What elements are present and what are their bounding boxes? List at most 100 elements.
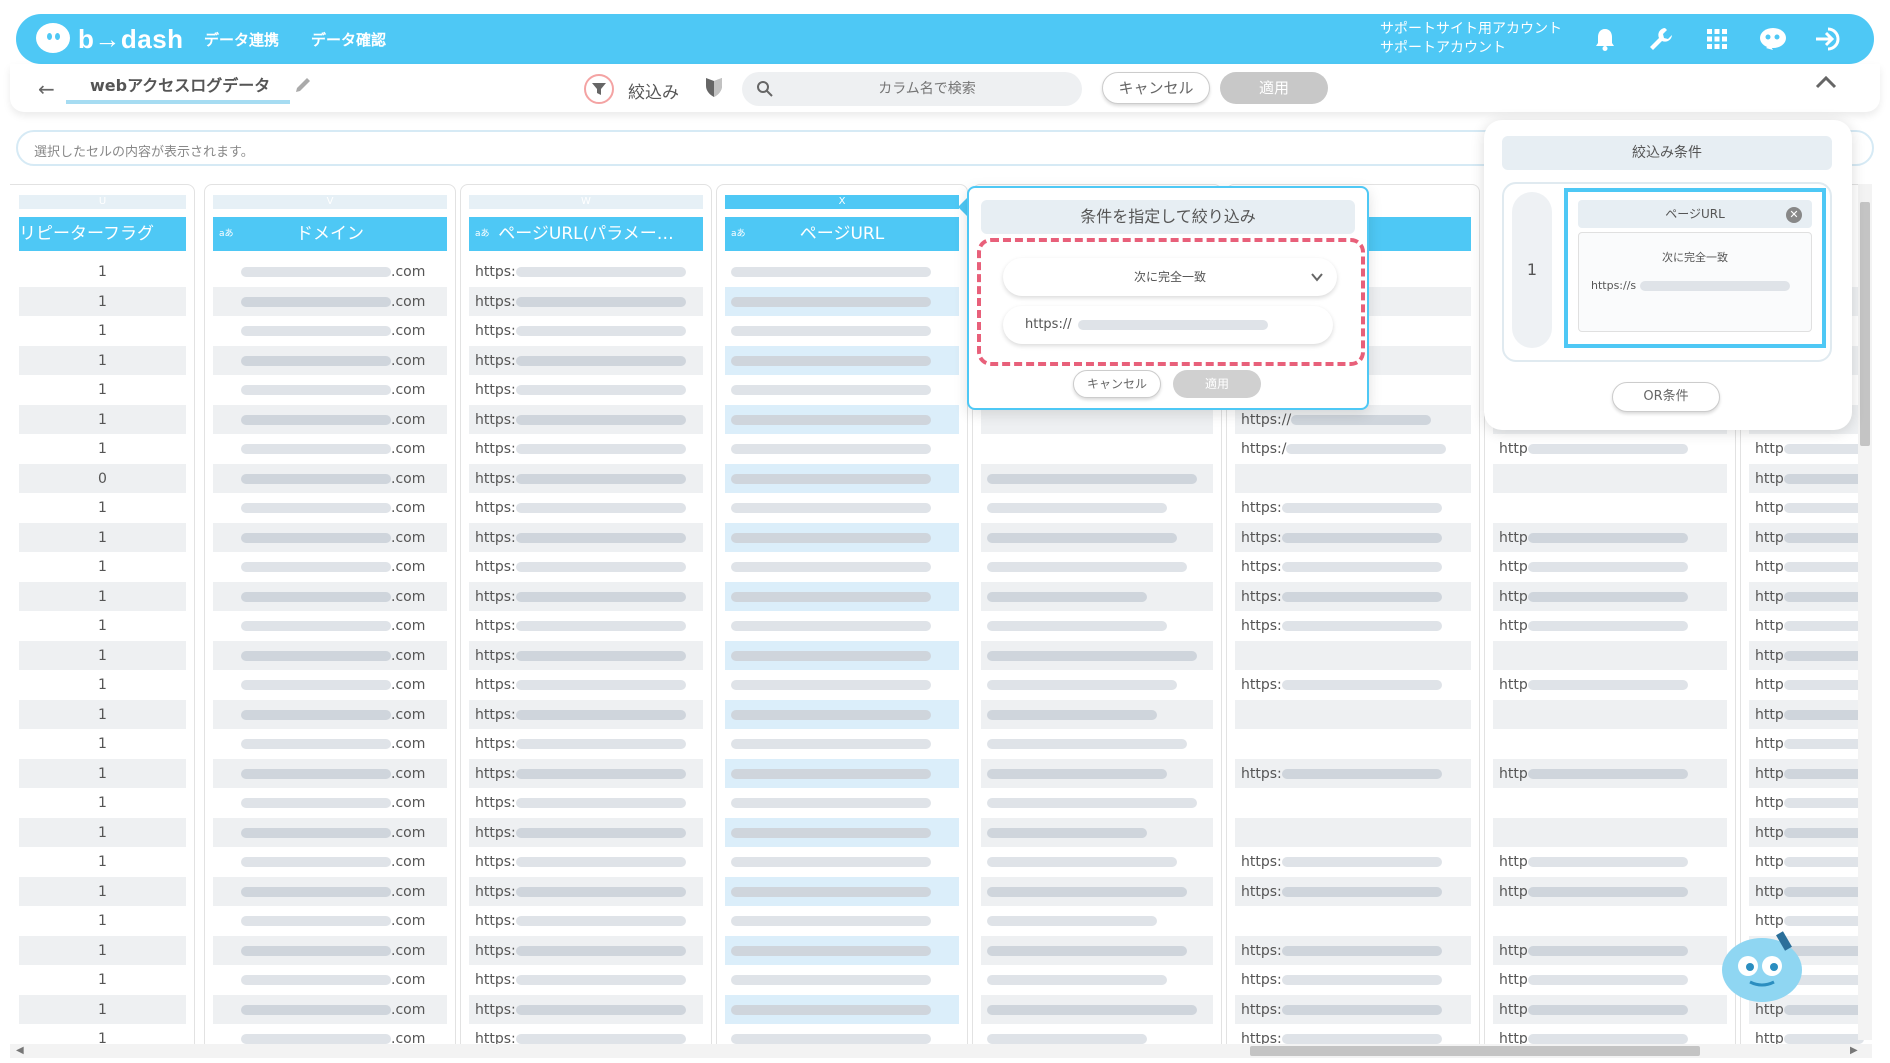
table-cell[interactable]: http <box>1493 876 1727 906</box>
table-cell[interactable]: http <box>1749 581 1870 611</box>
table-cell[interactable]: http <box>1749 463 1870 493</box>
column-search[interactable] <box>742 72 1082 106</box>
table-cell[interactable] <box>725 847 959 877</box>
table-cell[interactable]: https: <box>1235 847 1471 877</box>
bell-icon[interactable] <box>1588 22 1622 56</box>
table-cell[interactable]: https: <box>469 847 703 877</box>
table-cell[interactable] <box>981 758 1213 788</box>
table-cell[interactable]: .com <box>213 581 447 611</box>
table-cell[interactable] <box>981 1024 1213 1044</box>
column-header[interactable]: aあ ページURL <box>725 217 959 251</box>
column-header[interactable]: リピーターフラグ <box>19 217 186 251</box>
table-cell[interactable]: 1 <box>19 788 186 818</box>
apps-grid-icon[interactable] <box>1700 22 1734 56</box>
table-cell[interactable] <box>981 965 1213 995</box>
table-cell[interactable]: http <box>1749 876 1870 906</box>
table-cell[interactable]: https: <box>469 493 703 523</box>
table-cell[interactable] <box>725 876 959 906</box>
table-cell[interactable]: https: <box>1235 522 1471 552</box>
table-cell[interactable]: http <box>1749 758 1870 788</box>
table-cell[interactable]: http <box>1749 788 1870 818</box>
horizontal-scroll-thumb[interactable] <box>1250 1046 1700 1056</box>
table-cell[interactable]: https: <box>469 286 703 316</box>
table-cell[interactable]: .com <box>213 699 447 729</box>
table-cell[interactable]: https: <box>469 876 703 906</box>
table-cell[interactable]: https: <box>469 788 703 818</box>
table-cell[interactable]: 1 <box>19 699 186 729</box>
table-cell[interactable]: 1 <box>19 286 186 316</box>
table-cell[interactable]: http <box>1493 552 1727 582</box>
back-arrow-icon[interactable]: ← <box>38 77 55 101</box>
table-cell[interactable] <box>725 286 959 316</box>
table-cell[interactable]: .com <box>213 788 447 818</box>
table-cell[interactable] <box>981 581 1213 611</box>
table-cell[interactable]: .com <box>213 758 447 788</box>
table-cell[interactable]: 1 <box>19 434 186 464</box>
table-cell[interactable]: 0 <box>19 463 186 493</box>
table-title-tab[interactable]: webアクセスログデータ <box>66 74 290 104</box>
support-chat-mascot-icon[interactable] <box>1716 924 1808 1010</box>
table-cell[interactable]: https: <box>469 1024 703 1044</box>
table-cell[interactable]: 1 <box>19 994 186 1024</box>
table-cell[interactable] <box>981 640 1213 670</box>
horizontal-scrollbar[interactable]: ◀ ▶ <box>10 1044 1872 1058</box>
table-cell[interactable] <box>725 493 959 523</box>
table-cell[interactable] <box>1493 729 1727 759</box>
account-info[interactable]: サポートサイト用アカウント サポートアカウント <box>1380 20 1562 58</box>
table-cell[interactable]: https: <box>1235 581 1471 611</box>
table-cell[interactable]: http <box>1493 758 1727 788</box>
table-cell[interactable]: http <box>1749 640 1870 670</box>
table-cell[interactable] <box>981 552 1213 582</box>
table-cell[interactable]: http <box>1749 729 1870 759</box>
table-cell[interactable] <box>725 788 959 818</box>
nav-data-view[interactable]: データ確認 <box>311 29 386 50</box>
table-cell[interactable]: .com <box>213 906 447 936</box>
table-cell[interactable] <box>1493 906 1727 936</box>
table-cell[interactable] <box>725 758 959 788</box>
table-cell[interactable]: 1 <box>19 522 186 552</box>
table-cell[interactable]: 1 <box>19 493 186 523</box>
table-cell[interactable] <box>1493 788 1727 818</box>
table-cell[interactable]: https: <box>1235 876 1471 906</box>
table-cell[interactable] <box>1493 640 1727 670</box>
table-cell[interactable]: https: <box>469 994 703 1024</box>
table-cell[interactable]: http <box>1493 1024 1727 1044</box>
table-cell[interactable]: https: <box>1235 670 1471 700</box>
table-cell[interactable] <box>725 345 959 375</box>
popup-apply-button[interactable]: 適用 <box>1173 370 1261 398</box>
table-cell[interactable]: 1 <box>19 965 186 995</box>
table-cell[interactable] <box>725 640 959 670</box>
table-cell[interactable]: https: <box>469 316 703 346</box>
table-cell[interactable]: http <box>1749 847 1870 877</box>
table-cell[interactable]: .com <box>213 817 447 847</box>
popup-cancel-button[interactable]: キャンセル <box>1073 370 1161 398</box>
table-cell[interactable] <box>981 788 1213 818</box>
filter-icon[interactable] <box>584 74 614 104</box>
table-cell[interactable]: .com <box>213 847 447 877</box>
filter-value-input[interactable]: https:// <box>1003 306 1333 344</box>
table-cell[interactable]: 1 <box>19 404 186 434</box>
scroll-left-arrow-icon[interactable]: ◀ <box>16 1045 24 1056</box>
table-cell[interactable] <box>1235 640 1471 670</box>
scroll-right-arrow-icon[interactable]: ▶ <box>1850 1045 1858 1056</box>
table-cell[interactable]: https: <box>1235 493 1471 523</box>
column-header[interactable]: aあ ドメイン <box>213 217 447 251</box>
table-cell[interactable]: .com <box>213 994 447 1024</box>
or-condition-button[interactable]: OR条件 <box>1612 382 1720 412</box>
table-cell[interactable]: https: <box>469 434 703 464</box>
table-cell[interactable] <box>1235 817 1471 847</box>
table-cell[interactable]: http <box>1493 522 1727 552</box>
table-cell[interactable] <box>725 316 959 346</box>
table-cell[interactable] <box>1493 699 1727 729</box>
support-mascot-icon[interactable] <box>1756 22 1790 56</box>
table-cell[interactable]: .com <box>213 316 447 346</box>
table-cell[interactable]: http <box>1749 670 1870 700</box>
table-cell[interactable]: .com <box>213 522 447 552</box>
table-cell[interactable]: http <box>1749 493 1870 523</box>
table-cell[interactable]: 1 <box>19 729 186 759</box>
table-cell[interactable]: https: <box>1235 994 1471 1024</box>
operator-select[interactable]: 次に完全一致 <box>1003 258 1337 296</box>
table-cell[interactable]: https: <box>1235 758 1471 788</box>
table-cell[interactable]: http <box>1493 611 1727 641</box>
table-cell[interactable] <box>725 699 959 729</box>
